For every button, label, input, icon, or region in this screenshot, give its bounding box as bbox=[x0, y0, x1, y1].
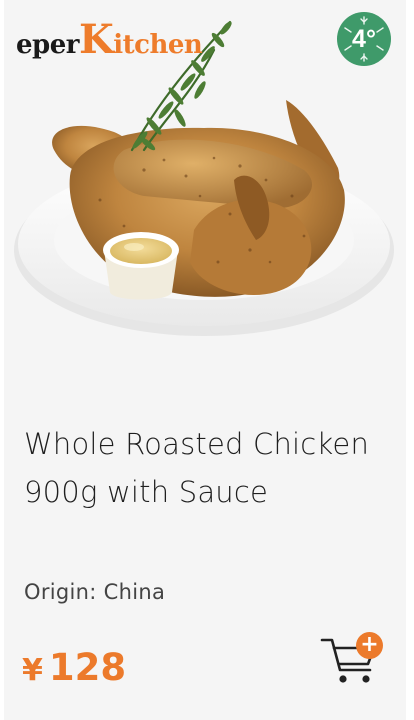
temperature-badge: 4° bbox=[337, 12, 391, 66]
add-icon: + bbox=[356, 632, 383, 659]
product-price: ¥128 bbox=[22, 646, 126, 689]
price-amount: 128 bbox=[48, 646, 127, 689]
brand-logo-wordmark: eperKitchen bbox=[16, 16, 203, 63]
product-origin: Origin: China bbox=[24, 580, 166, 604]
temperature-label: 4° bbox=[352, 24, 376, 53]
add-to-cart-button[interactable]: + bbox=[318, 630, 386, 688]
brand-logo[interactable]: eperKitchen bbox=[16, 14, 216, 70]
product-card[interactable]: eperKitchen 4° Whole Roasted Chicken 900… bbox=[4, 0, 406, 720]
product-title[interactable]: Whole Roasted Chicken 900g with Sauce bbox=[24, 420, 384, 516]
price-currency: ¥ bbox=[22, 653, 43, 688]
